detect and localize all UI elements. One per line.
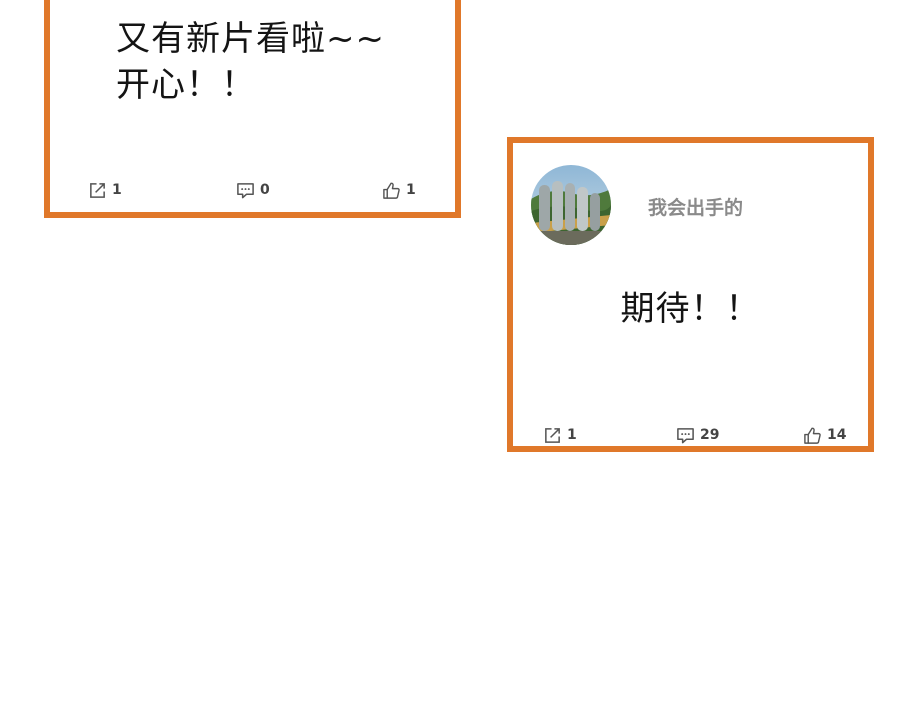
post-text: 期待！！ (620, 289, 761, 329)
comment-icon (677, 427, 694, 443)
share-icon (90, 182, 105, 198)
comment-count: 29 (700, 427, 720, 443)
comment-button[interactable]: 29 (676, 423, 719, 447)
post-text-line: 又有新片看啦~~ (116, 19, 385, 59)
thumbs-up-icon (383, 182, 400, 199)
post-action-bar: 1 0 1 (50, 178, 455, 202)
thumbs-up-icon (804, 427, 821, 444)
like-count: 1 (406, 182, 416, 198)
like-button[interactable]: 1 (382, 178, 416, 202)
share-count: 1 (112, 182, 122, 198)
author-name[interactable]: 我会出手的 (648, 193, 743, 220)
avatar[interactable] (531, 165, 611, 245)
comment-icon (237, 182, 254, 198)
share-button[interactable]: 1 (88, 178, 122, 202)
like-button[interactable]: 14 (803, 423, 846, 447)
post-text: 又有新片看啦~~ 开心！！ (116, 16, 436, 108)
share-icon (545, 427, 560, 443)
like-count: 14 (827, 427, 847, 443)
comment-button[interactable]: 0 (236, 178, 270, 202)
post-text-line: 开心！！ (116, 65, 256, 105)
comment-count: 0 (260, 182, 270, 198)
share-count: 1 (567, 427, 577, 443)
post-card: 又有新片看啦~~ 开心！！ 1 0 1 (44, 0, 461, 218)
post-card: 我会出手的 期待！！ 1 29 14 (507, 137, 874, 452)
share-button[interactable]: 1 (543, 423, 577, 447)
page-canvas: 又有新片看啦~~ 开心！！ 1 0 1 我会出手的 期待！！ 1 29 14 (0, 0, 900, 702)
post-author: 我会出手的 (531, 161, 861, 251)
post-action-bar: 1 29 14 (513, 423, 868, 447)
avatar-photo (531, 165, 611, 245)
